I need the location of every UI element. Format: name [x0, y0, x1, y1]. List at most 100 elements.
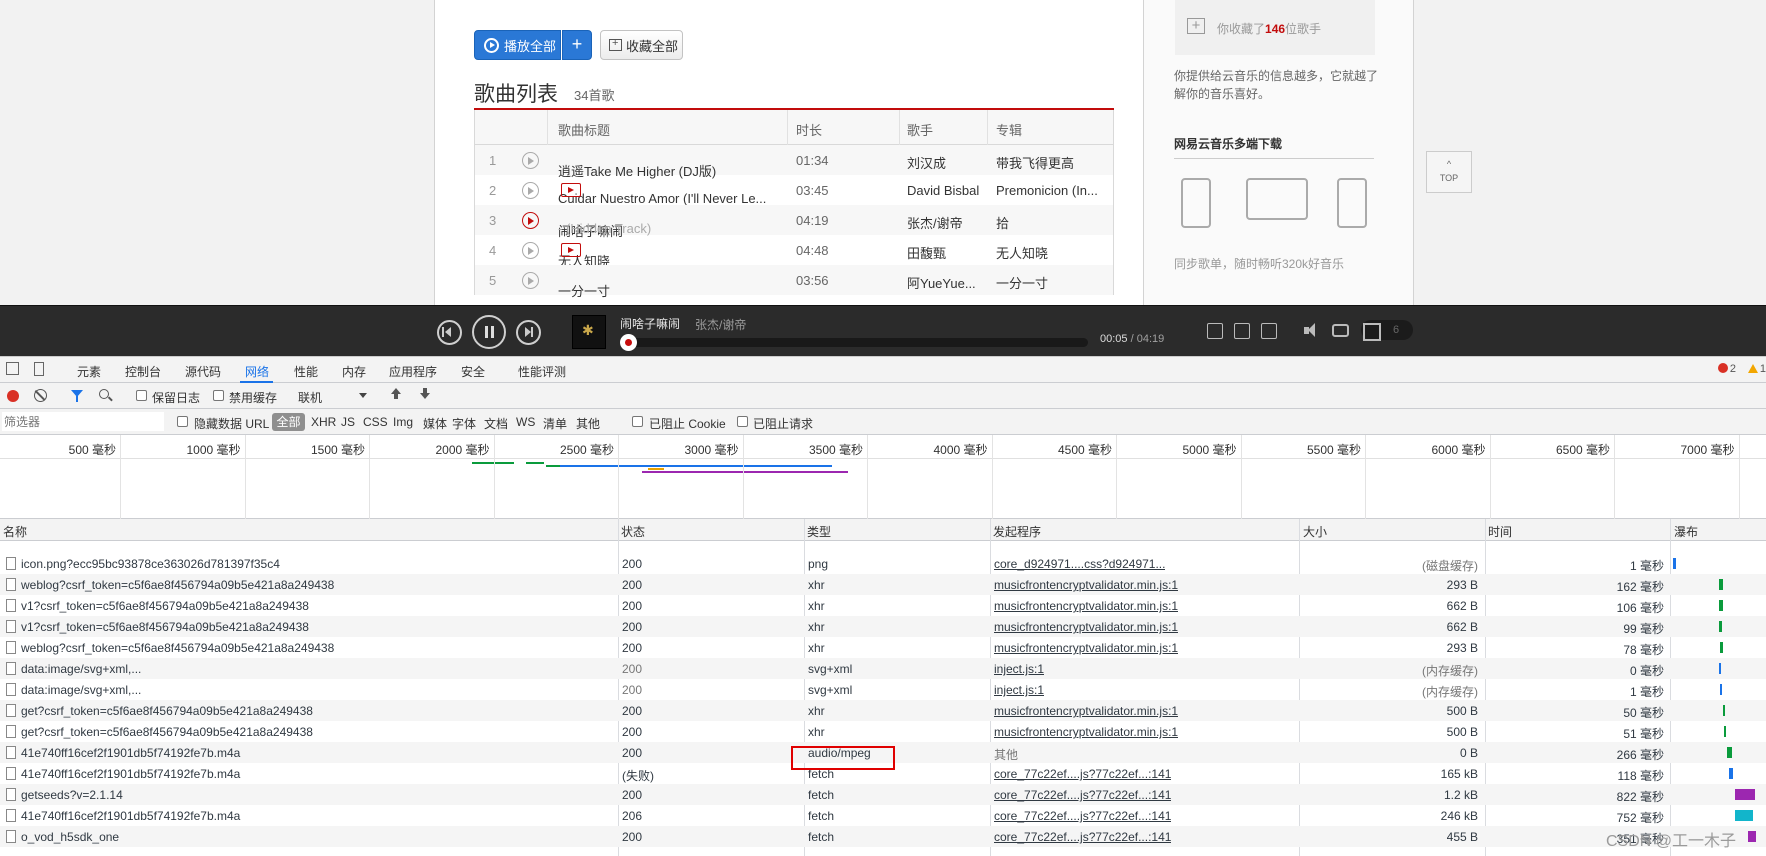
previous-button[interactable]	[437, 320, 462, 345]
filter-type[interactable]: Img	[393, 415, 413, 429]
tab-sources[interactable]: 源代码	[185, 363, 221, 380]
filter-type[interactable]: 文档	[484, 415, 508, 432]
request-name[interactable]: 41e740ff16cef2f1901db5f74192fe7b.m4a	[21, 809, 611, 823]
table-row[interactable]: o_vod_h5sdk_one 200 fetch core_77c22ef....j…	[0, 826, 1766, 847]
request-name[interactable]: weblog?csrf_token=c5f6ae8f456794a09b5e42…	[21, 578, 611, 592]
favorite-all-button[interactable]: 收藏全部	[600, 30, 683, 60]
import-har-icon[interactable]	[391, 388, 401, 402]
android-device-icon[interactable]	[1337, 178, 1367, 228]
request-initiator[interactable]: core_77c22ef....js?77c22ef...:141	[994, 809, 1171, 823]
volume-icon[interactable]	[1304, 323, 1320, 339]
request-initiator[interactable]: musicfrontencryptvalidator.min.js:1	[994, 641, 1178, 655]
filter-type[interactable]: JS	[341, 415, 355, 429]
filter-type[interactable]: 其他	[576, 415, 600, 432]
request-name[interactable]: icon.png?ecc95bc93878ce363026d781397f35c…	[21, 557, 611, 571]
table-row[interactable]: 41e740ff16cef2f1901db5f74192fe7b.m4a 206 f…	[0, 805, 1766, 826]
table-row[interactable]: weblog?csrf_token=c5f6ae8f456794a09b5e42…	[0, 574, 1766, 595]
picture-in-picture-icon[interactable]	[1207, 323, 1223, 339]
progress-handle[interactable]	[620, 334, 637, 351]
tab-lighthouse[interactable]: 性能评测	[518, 363, 566, 380]
filter-type[interactable]: 媒体	[423, 415, 447, 432]
song-row[interactable]: 3 闹啥子嘛闹 - (Hidden Track) 04:19 张杰/谢帝拾	[475, 205, 1113, 239]
request-initiator[interactable]: core_77c22ef....js?77c22ef...:141	[994, 767, 1171, 781]
windows-device-icon[interactable]	[1246, 178, 1308, 220]
request-name[interactable]: v1?csrf_token=c5f6ae8f456794a09b5e421a8a…	[21, 599, 611, 613]
request-initiator[interactable]: musicfrontencryptvalidator.min.js:1	[994, 620, 1178, 634]
warning-count[interactable]: 1	[1747, 363, 1766, 375]
table-row[interactable]: getseeds?v=2.1.14 200 fetch core_77c22ef...…	[0, 784, 1766, 805]
request-initiator[interactable]: core_77c22ef....js?77c22ef...:141	[994, 788, 1171, 802]
song-album[interactable]: 一分一寸	[996, 273, 1048, 292]
next-button[interactable]	[516, 320, 541, 345]
request-name[interactable]: o_vod_h5sdk_one	[21, 830, 611, 844]
export-har-icon[interactable]	[420, 388, 430, 402]
play-icon[interactable]	[522, 272, 539, 289]
col-time[interactable]: 时间	[1488, 523, 1512, 540]
ios-device-icon[interactable]	[1181, 178, 1211, 228]
song-artist[interactable]: 阿YueYue...	[907, 273, 976, 292]
filter-type[interactable]: CSS	[363, 415, 388, 429]
song-artist[interactable]: 张杰/谢帝	[907, 213, 963, 232]
request-name[interactable]: get?csrf_token=c5f6ae8f456794a09b5e421a8…	[21, 725, 611, 739]
back-to-top-button[interactable]: ^ TOP	[1426, 151, 1472, 193]
request-initiator[interactable]: core_77c22ef....js?77c22ef...:141	[994, 830, 1171, 844]
hide-data-urls-checkbox[interactable]	[177, 416, 188, 427]
play-icon[interactable]	[522, 182, 539, 199]
device-toggle-icon[interactable]	[34, 362, 44, 376]
table-row[interactable]: v1?csrf_token=c5f6ae8f456794a09b5e421a8a…	[0, 616, 1766, 637]
table-row[interactable]: weblog?csrf_token=c5f6ae8f456794a09b5e42…	[0, 637, 1766, 658]
song-row[interactable]: 2 Cuidar Nuestro Amor (I'll Never Le... 03…	[475, 175, 1113, 206]
search-icon[interactable]	[99, 389, 109, 399]
request-initiator[interactable]: 其他	[994, 746, 1018, 763]
table-row[interactable]: data:image/svg+xml,... 200 svg+xml inject.j…	[0, 679, 1766, 700]
disable-cache-checkbox[interactable]	[213, 390, 224, 401]
album-cover[interactable]	[572, 315, 606, 349]
request-name[interactable]: get?csrf_token=c5f6ae8f456794a09b5e421a8…	[21, 704, 611, 718]
filter-type[interactable]: 字体	[452, 415, 476, 432]
request-name[interactable]: v1?csrf_token=c5f6ae8f456794a09b5e421a8a…	[21, 620, 611, 634]
filter-input[interactable]	[2, 412, 164, 431]
preserve-log-checkbox[interactable]	[136, 390, 147, 401]
tab-console[interactable]: 控制台	[125, 363, 161, 380]
favorite-artists-box[interactable]: + 你收藏了146位歌手	[1175, 0, 1375, 55]
blocked-cookies-checkbox[interactable]	[632, 416, 643, 427]
record-icon[interactable]	[7, 390, 19, 402]
table-row[interactable]: get?csrf_token=c5f6ae8f456794a09b5e421a8…	[0, 700, 1766, 721]
throttling-select[interactable]: 联机	[298, 389, 322, 406]
tab-network[interactable]: 网络	[245, 363, 269, 380]
table-row-partial[interactable]	[0, 541, 1766, 553]
request-name[interactable]: data:image/svg+xml,...	[21, 662, 611, 676]
progress-track[interactable]	[626, 338, 1088, 347]
request-name[interactable]: getseeds?v=2.1.14	[21, 788, 611, 802]
song-artist[interactable]: 刘汉成	[907, 153, 946, 172]
tab-application[interactable]: 应用程序	[389, 363, 437, 380]
play-icon[interactable]	[522, 242, 539, 259]
loop-icon[interactable]	[1332, 324, 1349, 337]
song-album[interactable]: 无人知晓	[996, 243, 1048, 262]
clear-icon[interactable]	[34, 389, 47, 402]
collect-icon[interactable]	[1234, 323, 1250, 339]
filter-all[interactable]: 全部	[272, 413, 305, 431]
song-album[interactable]: 拾	[996, 213, 1009, 232]
mv-icon[interactable]	[561, 183, 581, 197]
now-playing-artist[interactable]: 张杰/谢帝	[695, 316, 746, 333]
request-name[interactable]: data:image/svg+xml,...	[21, 683, 611, 697]
filter-type[interactable]: 清单	[543, 415, 567, 432]
inspect-icon[interactable]	[6, 362, 19, 375]
blocked-requests-checkbox[interactable]	[737, 416, 748, 427]
request-initiator[interactable]: musicfrontencryptvalidator.min.js:1	[994, 704, 1178, 718]
play-all-button[interactable]: 播放全部	[474, 30, 561, 60]
play-icon[interactable]	[522, 212, 539, 229]
tab-memory[interactable]: 内存	[342, 363, 366, 380]
network-overview[interactable]: 500 毫秒 1000 毫秒 1500 毫秒 2000 毫秒 2500 毫秒 3000 毫…	[0, 435, 1766, 519]
table-row[interactable]: data:image/svg+xml,... 200 svg+xml inject.j…	[0, 658, 1766, 679]
tab-elements[interactable]: 元素	[77, 363, 101, 380]
song-artist[interactable]: 田馥甄	[907, 243, 946, 262]
filter-type[interactable]: WS	[516, 415, 535, 429]
col-name[interactable]: 名称	[3, 523, 27, 540]
col-size[interactable]: 大小	[1303, 523, 1327, 540]
table-row[interactable]: get?csrf_token=c5f6ae8f456794a09b5e421a8…	[0, 721, 1766, 742]
filter-icon[interactable]	[71, 390, 83, 402]
col-initiator[interactable]: 发起程序	[993, 523, 1041, 540]
song-artist[interactable]: David Bisbal	[907, 183, 979, 198]
